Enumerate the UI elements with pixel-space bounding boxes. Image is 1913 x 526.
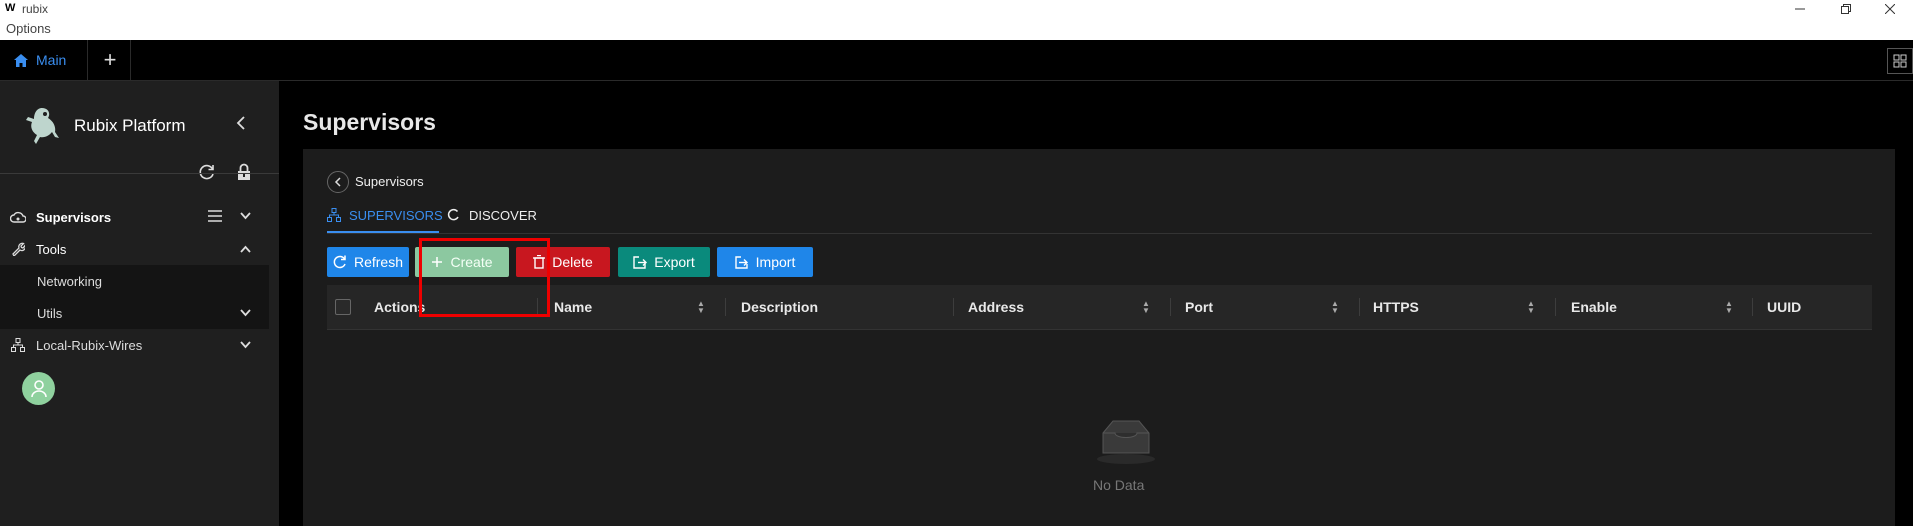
reload-icon[interactable] — [198, 163, 216, 181]
refresh-icon — [333, 255, 346, 269]
chevron-down-icon[interactable] — [240, 341, 251, 349]
add-tab-button[interactable]: + — [90, 40, 131, 80]
menu-options[interactable]: Options — [6, 21, 51, 36]
column-divider — [1170, 298, 1171, 316]
chevron-up-icon[interactable] — [240, 245, 251, 253]
column-header-enable[interactable]: Enable — [1571, 285, 1617, 329]
wrench-icon — [0, 242, 36, 256]
button-label: Delete — [552, 254, 593, 270]
sidebar: Rubix Platform Supervisors Tools Network… — [0, 81, 279, 526]
close-icon[interactable] — [1867, 0, 1913, 18]
refresh-button[interactable]: Refresh — [327, 247, 409, 277]
home-icon — [14, 53, 28, 67]
chevron-down-icon[interactable] — [240, 309, 251, 317]
avatar[interactable] — [22, 372, 55, 405]
sort-icon[interactable]: ▲ ▼ — [697, 300, 705, 315]
column-divider — [725, 298, 726, 316]
brand-name: Rubix Platform — [74, 116, 186, 135]
tab-main-label: Main — [36, 52, 67, 68]
sidebar-item-networking[interactable]: Networking — [0, 265, 269, 297]
export-button[interactable]: Export — [618, 247, 710, 277]
chevron-left-icon — [334, 177, 341, 187]
minimize-icon[interactable] — [1777, 0, 1823, 18]
sidebar-item-label: Local-Rubix-Wires — [36, 337, 143, 353]
back-button[interactable] — [327, 171, 349, 193]
sidebar-item-label: Tools — [36, 241, 67, 257]
column-divider — [1752, 298, 1753, 316]
annotation-highlight-box — [419, 238, 550, 317]
column-header-port[interactable]: Port — [1185, 285, 1213, 329]
collapse-sidebar-icon[interactable] — [235, 115, 247, 131]
sidebar-item-tools[interactable]: Tools — [0, 233, 279, 265]
tab-strip: Main + — [0, 40, 1913, 81]
export-icon — [633, 255, 648, 269]
column-divider — [953, 298, 954, 316]
button-label: Refresh — [353, 254, 404, 270]
content-panel: Supervisors SUPERVISORS DISCOVER Refresh… — [303, 149, 1895, 526]
page-title: Supervisors — [303, 109, 436, 135]
brand: Rubix Platform — [22, 104, 185, 148]
tabs-divider — [327, 233, 1872, 234]
cloud-icon — [0, 211, 36, 223]
column-header-description: Description — [741, 299, 819, 315]
column-divider — [1555, 298, 1556, 316]
tab-label: SUPERVISORS — [349, 208, 443, 223]
select-all-checkbox[interactable] — [335, 299, 351, 315]
column-header-name[interactable]: Name — [554, 285, 592, 329]
lock-icon[interactable] — [236, 163, 252, 181]
restore-icon[interactable] — [1823, 0, 1869, 18]
sort-icon[interactable]: ▲ ▼ — [1142, 300, 1150, 315]
app-logo-icon: W — [5, 2, 16, 14]
sidebar-divider — [0, 173, 279, 174]
frog-logo-icon — [26, 108, 59, 144]
grid-icon[interactable] — [1887, 48, 1913, 74]
empty-state-text: No Data — [1093, 477, 1145, 493]
column-divider — [1359, 298, 1360, 316]
column-header-address[interactable]: Address — [968, 285, 1024, 329]
sort-icon[interactable]: ▲ ▼ — [1331, 300, 1339, 315]
tab-discover[interactable]: DISCOVER — [447, 208, 537, 223]
sort-icon[interactable]: ▲ ▼ — [1725, 300, 1733, 315]
sidebar-item-label: Utils — [37, 305, 63, 321]
sidebar-item-label: Supervisors — [36, 209, 112, 225]
table-header: Actions Name ▲ ▼ Description Address ▲ ▼ P… — [327, 285, 1872, 330]
button-label: Export — [654, 254, 695, 270]
list-menu-icon[interactable] — [208, 210, 222, 222]
chevron-down-icon[interactable] — [240, 212, 251, 220]
import-button[interactable]: Import — [717, 247, 813, 277]
sidebar-item-supervisors[interactable]: Supervisors — [0, 201, 279, 233]
loading-icon — [447, 208, 459, 221]
window-title-bar: W rubix — [0, 0, 1913, 18]
sidebar-item-local-rubix-wires[interactable]: Local-Rubix-Wires — [0, 329, 279, 361]
column-header-uuid: UUID — [1767, 299, 1802, 315]
tab-main[interactable]: Main — [0, 40, 88, 80]
column-header-https[interactable]: HTTPS — [1373, 285, 1419, 329]
empty-inbox-icon — [1095, 419, 1157, 465]
network-icon — [0, 338, 36, 352]
menu-bar: Options — [0, 18, 1913, 40]
sidebar-item-utils[interactable]: Utils — [0, 297, 269, 329]
import-icon — [734, 255, 748, 269]
button-label: Import — [755, 254, 796, 270]
column-header-actions: Actions — [374, 299, 426, 315]
user-icon — [30, 379, 47, 397]
sidebar-item-label: Networking — [37, 273, 103, 289]
tab-label: DISCOVER — [469, 208, 537, 223]
window-title: rubix — [22, 2, 49, 16]
breadcrumb: Supervisors — [355, 174, 424, 189]
network-icon — [327, 208, 341, 222]
sort-icon[interactable]: ▲ ▼ — [1527, 300, 1535, 315]
